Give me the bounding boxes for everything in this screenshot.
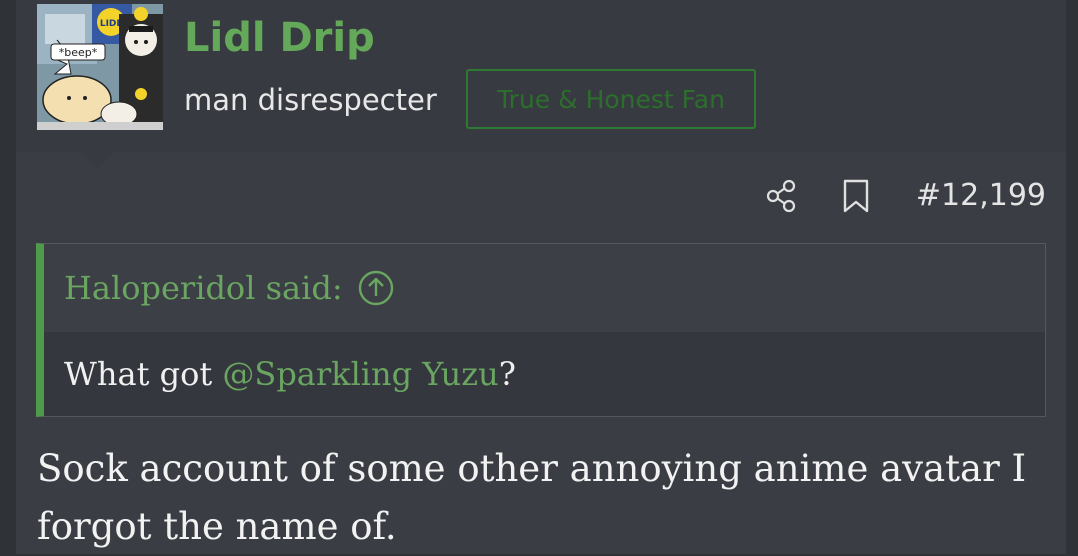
username-link[interactable]: Lidl Drip (184, 12, 375, 64)
svg-text:*beep*: *beep* (59, 46, 98, 59)
quote-text-after: ? (498, 355, 516, 393)
post-actions: #12,199 (762, 176, 1046, 216)
share-button[interactable] (762, 176, 802, 216)
header-pointer (81, 135, 115, 169)
post-number-link[interactable]: #12,199 (916, 176, 1046, 216)
user-banner: True & Honest Fan (466, 69, 756, 129)
bookmark-button[interactable] (836, 176, 876, 216)
share-icon (766, 179, 795, 213)
post-user-header: LIDL *beep* Lidl Drip man disrespecter T… (16, 0, 1066, 169)
quote-block: Haloperidol said: What got @Sparkling Yu… (36, 243, 1046, 417)
quote-text-before: What got (64, 355, 223, 393)
post-container: LIDL *beep* Lidl Drip man disrespecter T… (16, 0, 1066, 554)
user-title: man disrespecter (184, 83, 437, 117)
arrow-up-circle-icon[interactable] (357, 269, 395, 307)
quote-content: What got @Sparkling Yuzu? (44, 332, 1045, 416)
post-body: Sock account of some other annoying anim… (37, 447, 1027, 548)
avatar[interactable]: LIDL *beep* (37, 4, 163, 130)
quote-header: Haloperidol said: (44, 244, 1045, 332)
bookmark-icon (843, 179, 869, 213)
avatar-image: LIDL *beep* (37, 4, 163, 130)
quote-attribution[interactable]: Haloperidol said: (64, 269, 343, 307)
user-mention-link[interactable]: @Sparkling Yuzu (222, 355, 498, 393)
quote-text: What got @Sparkling Yuzu? (64, 355, 516, 393)
